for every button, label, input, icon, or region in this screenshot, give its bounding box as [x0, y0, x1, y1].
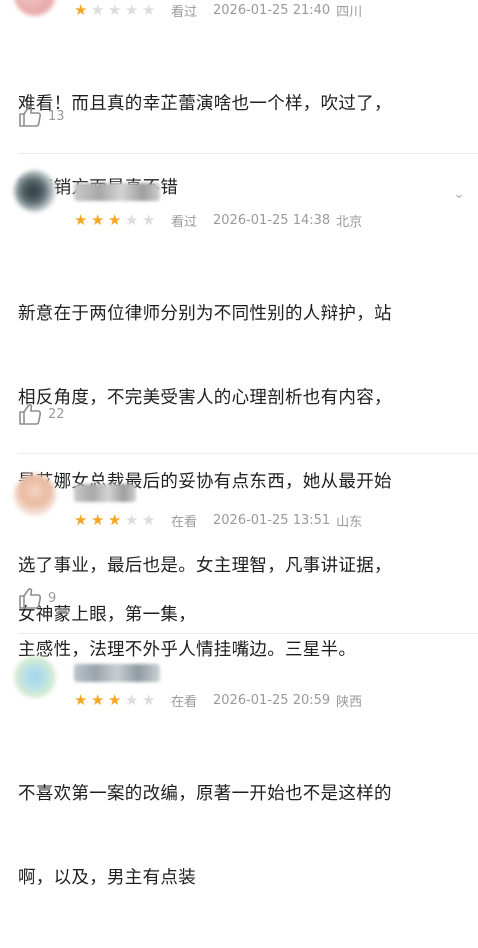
- watch-status: 在看: [171, 694, 198, 710]
- star-icon: ★: [142, 510, 156, 529]
- star-icon: ★: [125, 510, 139, 529]
- review-text-line: 新意在于两位律师分别为不同性别的人辩护，站: [18, 304, 392, 324]
- username[interactable]: [74, 484, 136, 502]
- like-button[interactable]: 9: [18, 587, 56, 609]
- star-icon: ★: [108, 510, 122, 529]
- review-text-line: 女神蒙上眼，第一集，: [18, 605, 196, 625]
- review-meta: ★ ★ ★ ★ ★ 看过 2026-01-25 14:38 北京: [74, 210, 362, 230]
- star-icon: ★: [125, 210, 139, 229]
- star-icon: ★: [125, 690, 139, 709]
- star-icon: ★: [108, 690, 122, 709]
- avatar[interactable]: [14, 656, 56, 698]
- star-icon: ★: [142, 690, 156, 709]
- review-location: 北京: [336, 214, 363, 230]
- review-meta: ★ ★ ★ ★ ★ 在看 2026-01-25 20:59 陕西: [74, 690, 362, 710]
- like-count: 13: [48, 108, 65, 124]
- star-icon: ★: [91, 0, 105, 19]
- thumbs-up-icon: [19, 588, 42, 609]
- divider: [18, 633, 478, 634]
- avatar[interactable]: [14, 0, 56, 16]
- review-text-line: 相反角度，不完美受害人的心理剖析也有内容，: [18, 388, 392, 408]
- star-icon: ★: [142, 210, 156, 229]
- thumbs-up-icon: [19, 404, 42, 425]
- avatar[interactable]: [14, 170, 56, 212]
- star-icon: ★: [91, 210, 105, 229]
- review-location: 四川: [336, 4, 363, 20]
- review-text: 不喜欢第一案的改编，原著一开始也不是这样的 啊，以及，男主有点装: [18, 724, 478, 948]
- review-text-line: 啊，以及，男主有点装: [18, 868, 196, 888]
- username[interactable]: [74, 183, 160, 201]
- review-date: 2026-01-25 20:59: [213, 692, 331, 708]
- review-meta: ★ ★ ★ ★ ★ 在看 2026-01-25 13:51 山东: [74, 510, 362, 530]
- star-icon: ★: [108, 0, 122, 19]
- thumbs-up-icon: [19, 106, 42, 127]
- review-location: 陕西: [336, 694, 363, 710]
- star-icon: ★: [74, 510, 88, 529]
- like-button[interactable]: 13: [18, 105, 65, 127]
- chevron-down-icon[interactable]: ⌄: [450, 186, 468, 204]
- watch-status: 在看: [171, 514, 198, 530]
- review-meta: ★ ★ ★ ★ ★ 看过 2026-01-25 21:40 四川: [74, 0, 362, 20]
- divider: [18, 153, 478, 154]
- star-icon: ★: [74, 210, 88, 229]
- watch-status: 看过: [171, 214, 198, 230]
- like-count: 9: [48, 590, 57, 606]
- star-icon: ★: [91, 510, 105, 529]
- avatar[interactable]: [14, 474, 56, 516]
- star-icon: ★: [74, 0, 88, 19]
- rating-stars: ★ ★ ★ ★ ★: [74, 0, 159, 19]
- review-location: 山东: [336, 514, 363, 530]
- star-icon: ★: [142, 0, 156, 19]
- star-icon: ★: [108, 210, 122, 229]
- rating-stars: ★ ★ ★ ★ ★: [74, 210, 159, 229]
- review-date: 2026-01-25 13:51: [213, 512, 331, 528]
- star-icon: ★: [91, 690, 105, 709]
- rating-stars: ★ ★ ★ ★ ★: [74, 510, 159, 529]
- star-icon: ★: [74, 690, 88, 709]
- review-text-line: 不喜欢第一案的改编，原著一开始也不是这样的: [18, 784, 392, 804]
- like-count: 22: [48, 406, 65, 422]
- rating-stars: ★ ★ ★ ★ ★: [74, 690, 159, 709]
- review-date: 2026-01-25 14:38: [213, 212, 331, 228]
- username[interactable]: [74, 664, 160, 682]
- review-date: 2026-01-25 21:40: [213, 2, 331, 18]
- star-icon: ★: [125, 0, 139, 19]
- divider: [18, 453, 478, 454]
- review-text-line: 难看！而且真的幸芷蕾演啥也一个样，吹过了，: [18, 94, 392, 114]
- like-button[interactable]: 22: [18, 403, 65, 425]
- watch-status: 看过: [171, 4, 198, 20]
